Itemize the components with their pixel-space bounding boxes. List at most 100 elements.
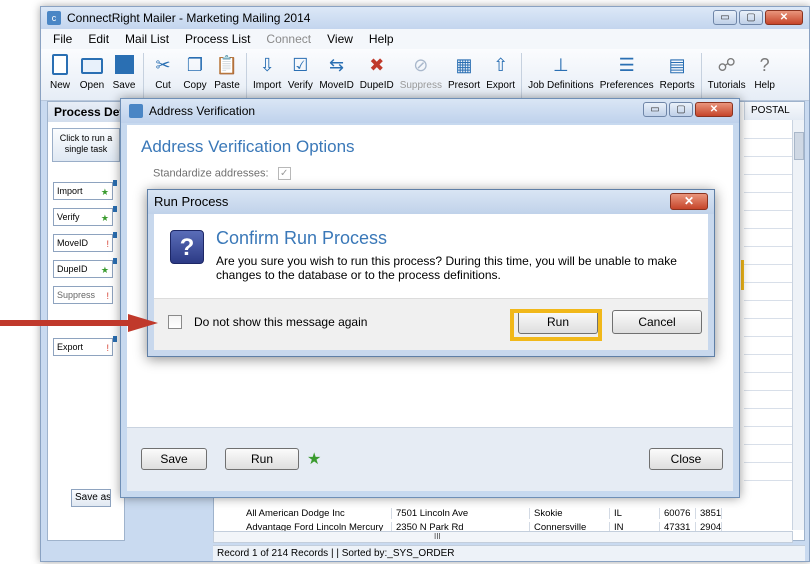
menu-view[interactable]: View: [327, 32, 353, 46]
star-icon: ★: [100, 265, 109, 275]
copy-label: Copy: [183, 80, 207, 91]
reports-icon: ▤: [668, 55, 686, 75]
task-dupeid[interactable]: DupeID ★: [53, 258, 117, 278]
export-button[interactable]: ⇧ Export: [486, 53, 515, 91]
warning-icon: !: [106, 291, 109, 301]
toolbar-separator: [700, 53, 702, 99]
run-button[interactable]: Run: [225, 448, 299, 470]
export-icon: ⇧: [493, 55, 509, 75]
suppress-icon: ⊘: [413, 55, 429, 75]
export-label: Export: [486, 80, 516, 91]
pointer-arrow-icon: [0, 314, 158, 332]
verify-icon: ☑: [292, 55, 309, 75]
preferences-icon: ☰: [618, 55, 635, 75]
clipboard-icon: 📋: [215, 55, 239, 75]
menu-edit[interactable]: Edit: [88, 32, 109, 46]
window-titlebar: c ConnectRight Mailer - Marketing Mailin…: [41, 7, 809, 29]
close-window-button[interactable]: ✕: [765, 10, 803, 25]
presort-button[interactable]: ▦ Presort: [448, 53, 480, 91]
menu-connect[interactable]: Connect: [266, 32, 311, 46]
save-label: Save: [112, 80, 136, 91]
table-row[interactable]: All American Dodge Inc 7501 Lincoln Ave …: [242, 508, 722, 519]
new-label: New: [49, 80, 70, 91]
task-label: MoveID: [57, 238, 89, 248]
click-to-run-button[interactable]: Click to run a single task: [52, 128, 120, 162]
task-moveid[interactable]: MoveID!: [53, 232, 117, 252]
cut-button[interactable]: ✂ Cut: [150, 53, 176, 91]
save-button[interactable]: Save: [141, 448, 207, 470]
menu-mail-list[interactable]: Mail List: [125, 32, 169, 46]
dont-show-again-option[interactable]: Do not show this message again: [168, 315, 367, 329]
paste-label: Paste: [214, 80, 240, 91]
dupeid-icon: ✖: [369, 55, 385, 75]
vertical-scrollbar[interactable]: [792, 120, 804, 530]
moveid-label: MoveID: [319, 80, 354, 91]
dialog-title: Address Verification: [149, 104, 256, 118]
task-label: DupeID: [57, 264, 88, 274]
close-dialog-button[interactable]: ✕: [670, 193, 708, 210]
dupeid-button[interactable]: ✖ DupeID: [360, 53, 394, 91]
save-toolbar-button[interactable]: Save: [111, 53, 137, 91]
presort-icon: ▦: [455, 55, 473, 75]
scroll-thumb[interactable]: [794, 132, 804, 160]
question-icon: ?: [170, 230, 204, 264]
maximize-button[interactable]: ▢: [739, 10, 763, 25]
reports-button[interactable]: ▤ Reports: [660, 53, 695, 91]
menu-file[interactable]: File: [53, 32, 72, 46]
options-heading: Address Verification Options: [141, 137, 355, 156]
task-label: Import: [57, 186, 83, 196]
dialog-footer: Save Run ★ Close: [127, 427, 733, 491]
dialog-footer: Do not show this message again Run Cance…: [154, 298, 708, 350]
standardize-checkbox[interactable]: ✓: [277, 167, 291, 180]
import-label: Import: [253, 80, 282, 91]
close-dialog-button[interactable]: ✕: [695, 102, 733, 117]
cell-zip: 60076: [660, 508, 696, 519]
confirm-message: Are you sure you wish to run this proces…: [216, 254, 677, 282]
save-as-button[interactable]: Save as: [71, 489, 111, 507]
paste-button[interactable]: 📋 Paste: [214, 53, 240, 91]
horizontal-scrollbar[interactable]: III: [213, 531, 793, 543]
import-icon: ⇩: [259, 55, 275, 75]
task-export[interactable]: Export!: [53, 336, 117, 356]
close-button[interactable]: Close: [649, 448, 723, 470]
tutorials-button[interactable]: ☍ Tutorials: [708, 53, 746, 91]
copy-button[interactable]: ❐ Copy: [182, 53, 208, 91]
new-button[interactable]: New: [47, 53, 73, 91]
open-button[interactable]: Open: [79, 53, 105, 91]
dont-show-again-checkbox[interactable]: [168, 315, 182, 329]
moveid-button[interactable]: ⇆ MoveID: [319, 53, 353, 91]
minimize-button[interactable]: ▭: [713, 10, 737, 25]
app-icon: [129, 104, 143, 118]
task-import[interactable]: Import ★: [53, 180, 117, 200]
star-icon: ★: [100, 187, 109, 197]
star-icon: ★: [307, 451, 322, 468]
status-bar: Record 1 of 214 Records | | Sorted by:_S…: [213, 545, 805, 561]
job-definitions-button[interactable]: ⊥ Job Definitions: [528, 53, 594, 91]
toolbar-separator: [521, 53, 523, 99]
verify-button[interactable]: ☑ Verify: [287, 53, 313, 91]
help-button[interactable]: ? Help: [752, 53, 778, 91]
dialog-title: Run Process: [148, 190, 714, 214]
task-verify[interactable]: Verify ★: [53, 206, 117, 226]
minimize-button[interactable]: ▭: [643, 102, 667, 117]
suppress-label: Suppress: [399, 80, 442, 91]
menu-process-list[interactable]: Process List: [185, 32, 250, 46]
cancel-button[interactable]: Cancel: [612, 310, 702, 334]
import-button[interactable]: ⇩ Import: [253, 53, 281, 91]
open-label: Open: [79, 80, 105, 91]
window-controls: ▭ ▢ ✕: [713, 10, 803, 25]
toolbar-separator: [143, 53, 144, 99]
toolbar: New Open Save ✂ Cut ❐ Copy 📋 Paste ⇩ Import …: [41, 49, 809, 101]
menu-help[interactable]: Help: [369, 32, 394, 46]
cut-label: Cut: [155, 80, 171, 91]
maximize-button[interactable]: ▢: [669, 102, 693, 117]
panel-heading: Process Def: [48, 102, 124, 122]
suppress-button[interactable]: ⊘ Suppress: [400, 53, 442, 91]
column-header-postal[interactable]: POSTAL: [744, 102, 804, 120]
tutorials-label: Tutorials: [707, 80, 746, 91]
window-title: ConnectRight Mailer - Marketing Mailing …: [67, 11, 311, 25]
task-suppress[interactable]: Suppress!: [53, 286, 113, 304]
cell-name: All American Dodge Inc: [242, 508, 392, 519]
warning-icon: !: [106, 239, 109, 249]
preferences-button[interactable]: ☰ Preferences: [600, 53, 654, 91]
